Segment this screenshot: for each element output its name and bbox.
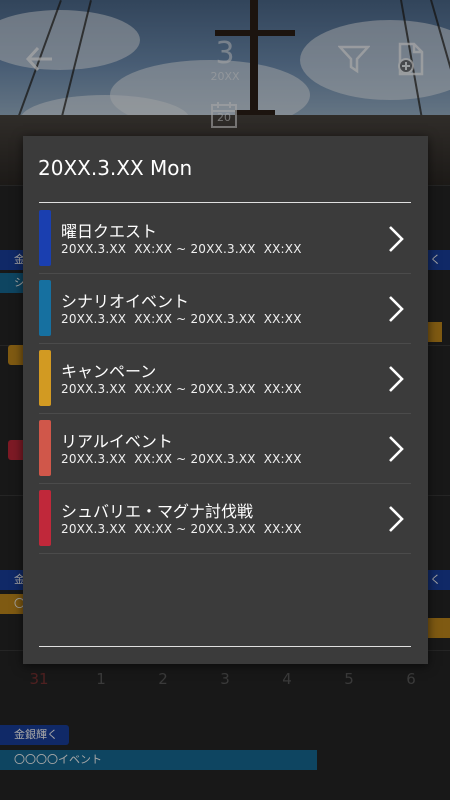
list-item[interactable]: シュバリエ・マグナ討伐戦 20XX.3.XX XX:XX ~ 20XX.3.XX… bbox=[39, 484, 411, 554]
chevron-right-icon bbox=[389, 436, 404, 462]
event-date-range: 20XX.3.XX XX:XX ~ 20XX.3.XX XX:XX bbox=[61, 522, 302, 536]
event-name: リアルイベント bbox=[61, 432, 173, 451]
event-date-range: 20XX.3.XX XX:XX ~ 20XX.3.XX XX:XX bbox=[61, 242, 302, 256]
dialog-title: 20XX.3.XX Mon bbox=[38, 156, 193, 180]
chevron-right-icon bbox=[389, 366, 404, 392]
category-color-bar bbox=[39, 420, 51, 476]
category-color-bar bbox=[39, 490, 51, 546]
list-item[interactable]: リアルイベント 20XX.3.XX XX:XX ~ 20XX.3.XX XX:X… bbox=[39, 414, 411, 484]
list-item[interactable]: 曜日クエスト 20XX.3.XX XX:XX ~ 20XX.3.XX XX:XX bbox=[39, 204, 411, 274]
category-color-bar bbox=[39, 350, 51, 406]
event-name: シュバリエ・マグナ討伐戦 bbox=[61, 502, 254, 521]
day-events-dialog: 20XX.3.XX Mon 曜日クエスト 20XX.3.XX XX:XX ~ 2… bbox=[23, 136, 428, 664]
event-name: シナリオイベント bbox=[61, 292, 190, 311]
event-name: キャンペーン bbox=[61, 362, 157, 381]
bottom-divider bbox=[39, 646, 411, 647]
event-list: 曜日クエスト 20XX.3.XX XX:XX ~ 20XX.3.XX XX:XX… bbox=[39, 204, 411, 554]
list-item[interactable]: シナリオイベント 20XX.3.XX XX:XX ~ 20XX.3.XX XX:… bbox=[39, 274, 411, 344]
event-date-range: 20XX.3.XX XX:XX ~ 20XX.3.XX XX:XX bbox=[61, 452, 302, 466]
chevron-right-icon bbox=[389, 226, 404, 252]
category-color-bar bbox=[39, 280, 51, 336]
list-item[interactable]: キャンペーン 20XX.3.XX XX:XX ~ 20XX.3.XX XX:XX bbox=[39, 344, 411, 414]
category-color-bar bbox=[39, 210, 51, 266]
title-divider bbox=[39, 202, 411, 203]
chevron-right-icon bbox=[389, 506, 404, 532]
event-date-range: 20XX.3.XX XX:XX ~ 20XX.3.XX XX:XX bbox=[61, 382, 302, 396]
chevron-right-icon bbox=[389, 296, 404, 322]
event-date-range: 20XX.3.XX XX:XX ~ 20XX.3.XX XX:XX bbox=[61, 312, 302, 326]
event-name: 曜日クエスト bbox=[61, 222, 158, 241]
